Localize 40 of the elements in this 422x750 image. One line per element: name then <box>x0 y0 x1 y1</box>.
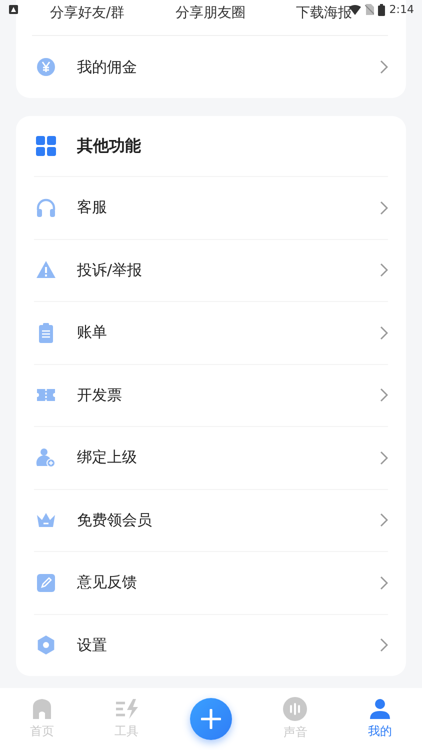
menu-label[interactable]: 账单 <box>77 323 380 342</box>
chevron-icon <box>380 450 388 465</box>
grid-icon <box>36 136 56 156</box>
home-icon <box>31 698 54 720</box>
tools-icon <box>114 698 139 720</box>
settings-icon <box>36 635 56 656</box>
edit-icon <box>36 572 56 593</box>
share-option[interactable]: 分享好友/群 <box>50 4 125 35</box>
section-title: 其他功能 <box>77 136 141 156</box>
menu-label[interactable]: 绑定上级 <box>77 448 380 468</box>
chevron-icon <box>380 200 388 215</box>
menu-label[interactable]: 免费领会员 <box>77 510 380 530</box>
add-button[interactable] <box>190 698 232 740</box>
menu-label[interactable]: 客服 <box>77 198 380 218</box>
menu-label[interactable]: 投诉/举报 <box>77 260 380 280</box>
menu-label[interactable]: 我的佣金 <box>77 58 380 76</box>
menu-label[interactable]: 设置 <box>77 636 380 655</box>
plus-icon <box>201 709 222 729</box>
warning-icon <box>36 260 56 280</box>
yen-icon <box>36 57 56 77</box>
voice-icon <box>283 697 308 721</box>
chevron-icon <box>380 513 388 528</box>
chevron-icon <box>380 576 388 590</box>
user-add-icon <box>36 448 56 468</box>
menu-label[interactable]: 意见反馈 <box>77 573 380 592</box>
menu-label[interactable]: 开发票 <box>77 386 380 405</box>
clipboard-icon <box>36 322 56 343</box>
battery-icon <box>378 4 386 16</box>
chevron-icon <box>380 263 388 278</box>
chevron-icon <box>380 388 388 402</box>
user-icon <box>368 698 391 720</box>
status-time: 2:14 <box>389 3 414 16</box>
chevron-icon <box>380 60 388 74</box>
share-option[interactable]: 分享朋友圈 <box>175 4 246 35</box>
tab[interactable]: 我的 <box>338 698 422 740</box>
share-option[interactable]: 下载海报 <box>296 4 352 35</box>
chevron-icon <box>380 638 388 652</box>
chevron-icon <box>380 326 388 340</box>
headphones-icon <box>36 198 56 218</box>
no-sim-icon <box>365 4 374 15</box>
